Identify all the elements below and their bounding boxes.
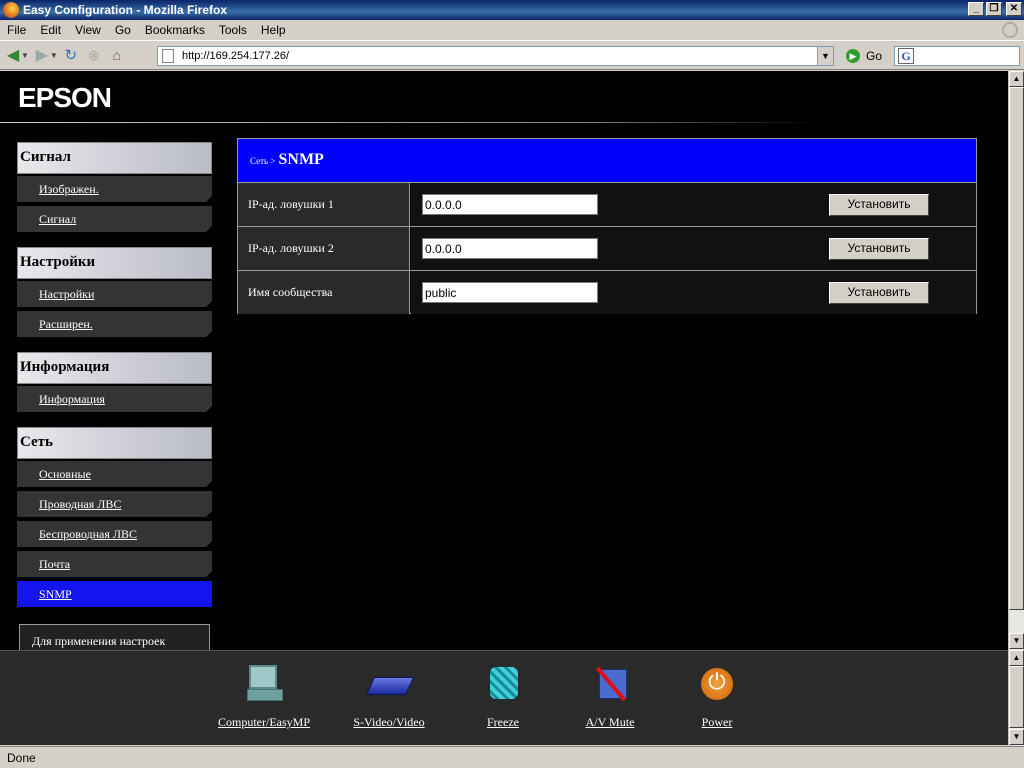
bottom-scroll-thumb[interactable] <box>1009 666 1024 728</box>
url-text: http://169.254.177.26/ <box>182 50 290 62</box>
power-label: Power <box>701 715 733 729</box>
sidebar-item-wired-lan[interactable]: Проводная ЛВС <box>17 491 212 517</box>
menu-bar: File Edit View Go Bookmarks Tools Help <box>0 20 1024 40</box>
epson-logo: EPSON <box>18 82 112 113</box>
page-title: SNMP <box>278 151 324 168</box>
page-content: EPSON Сигнал Изображен. Сигнал Настройки… <box>0 71 1008 650</box>
bottom-scrollbar[interactable]: ▲ ▼ <box>1008 650 1024 746</box>
sidebar-item-image[interactable]: Изображен. <box>17 176 212 202</box>
google-icon[interactable]: G <box>898 48 914 64</box>
reload-icon[interactable]: ↻ <box>61 45 81 65</box>
menu-help[interactable]: Help <box>261 23 286 37</box>
home-icon[interactable]: ⌂ <box>107 45 127 65</box>
scroll-down-arrow-icon[interactable]: ▼ <box>1009 633 1024 649</box>
trap-ip-2-input[interactable] <box>422 238 598 259</box>
back-dropdown-icon[interactable]: ▼ <box>21 51 29 60</box>
sidebar-item-signal[interactable]: Сигнал <box>17 206 212 232</box>
header-divider <box>0 122 820 123</box>
sidebar-group-settings: Настройки <box>17 247 212 279</box>
panel-header: Сеть > SNMP <box>238 139 976 182</box>
sidebar-item-information[interactable]: Информация <box>17 386 212 412</box>
menu-go[interactable]: Go <box>115 23 131 37</box>
computer-easymp-button[interactable]: Computer/EasyMP <box>212 665 316 730</box>
scroll-up-arrow-icon[interactable]: ▲ <box>1009 71 1024 87</box>
menu-tools[interactable]: Tools <box>219 23 247 37</box>
maximize-button[interactable]: ❐ <box>986 2 1002 16</box>
content-scroll-thumb[interactable] <box>1009 87 1024 610</box>
forward-arrow-icon[interactable]: ▶ <box>32 45 52 65</box>
trap-ip-2-set-button[interactable]: Установить <box>829 238 929 260</box>
stop-icon[interactable]: ⊗ <box>84 45 104 65</box>
freeze-label: Freeze <box>487 715 519 729</box>
power-button[interactable]: Power <box>694 665 740 730</box>
sidebar-group-information: Информация <box>17 352 212 384</box>
computer-easymp-label: Computer/EasyMP <box>218 715 310 729</box>
community-name-input[interactable] <box>422 282 598 303</box>
menu-bookmarks[interactable]: Bookmarks <box>145 23 205 37</box>
trap-ip-1-row: IP-ад. ловушки 1 Установить <box>238 182 976 226</box>
menu-edit[interactable]: Edit <box>40 23 61 37</box>
url-field[interactable]: http://169.254.177.26/ ▼ <box>157 46 834 66</box>
go-button[interactable]: ▶ Go <box>846 49 882 63</box>
av-mute-button[interactable]: A/V Mute <box>579 665 641 730</box>
community-name-set-button[interactable]: Установить <box>829 282 929 304</box>
breadcrumb: Сеть > <box>250 156 276 166</box>
sidebar-item-basic[interactable]: Основные <box>17 461 212 487</box>
back-arrow-icon[interactable]: ◀ <box>3 45 23 65</box>
community-name-cell: Установить <box>411 271 976 314</box>
sidebar-group-network: Сеть <box>17 427 212 459</box>
url-dropdown-icon[interactable]: ▼ <box>817 47 833 65</box>
search-input[interactable]: G <box>894 46 1020 66</box>
freeze-icon <box>484 665 522 703</box>
throbber-icon <box>1002 22 1018 38</box>
trap-ip-1-cell: Установить <box>411 183 976 226</box>
go-label: Go <box>866 49 883 63</box>
bottom-scroll-up-arrow-icon[interactable]: ▲ <box>1009 650 1024 666</box>
trap-ip-2-label: IP-ад. ловушки 2 <box>238 227 410 270</box>
minimize-button[interactable]: _ <box>968 2 984 16</box>
computer-icon <box>245 665 283 703</box>
svideo-icon <box>370 665 408 703</box>
firefox-icon <box>3 2 19 18</box>
go-icon: ▶ <box>846 49 860 63</box>
apply-notice: Для применения настроек <box>19 624 210 650</box>
window-titlebar: Easy Configuration - Mozilla Firefox _ ❐… <box>0 0 1024 20</box>
trap-ip-1-input[interactable] <box>422 194 598 215</box>
content-scrollbar[interactable]: ▲ ▼ <box>1008 71 1024 650</box>
power-icon <box>698 665 736 703</box>
page-icon <box>162 49 174 63</box>
sidebar-item-wireless-lan[interactable]: Беспроводная ЛВС <box>17 521 212 547</box>
snmp-panel: Сеть > SNMP IP-ад. ловушки 1 Установить … <box>237 138 977 314</box>
menu-file[interactable]: File <box>7 23 26 37</box>
close-button[interactable]: ✕ <box>1006 2 1022 16</box>
av-mute-label: A/V Mute <box>585 715 635 729</box>
trap-ip-1-set-button[interactable]: Установить <box>829 194 929 216</box>
svideo-video-label: S-Video/Video <box>353 715 425 729</box>
sidebar-group-signal: Сигнал <box>17 142 212 174</box>
menu-view[interactable]: View <box>75 23 101 37</box>
trap-ip-2-cell: Установить <box>411 227 976 270</box>
bottom-scroll-down-arrow-icon[interactable]: ▼ <box>1009 729 1024 745</box>
projector-control-bar: Computer/EasyMP S-Video/Video Freeze A/V… <box>0 650 1008 745</box>
navigation-toolbar: ◀ ▼ ▶ ▼ ↻ ⊗ ⌂ http://169.254.177.26/ ▼ ▶… <box>0 40 1024 70</box>
window-controls: _ ❐ ✕ <box>968 2 1022 16</box>
forward-dropdown-icon[interactable]: ▼ <box>50 51 58 60</box>
svideo-video-button[interactable]: S-Video/Video <box>346 665 432 730</box>
trap-ip-2-row: IP-ад. ловушки 2 Установить <box>238 226 976 270</box>
window-title: Easy Configuration - Mozilla Firefox <box>23 3 228 17</box>
sidebar-item-settings[interactable]: Настройки <box>17 281 212 307</box>
sidebar-item-mail[interactable]: Почта <box>17 551 212 577</box>
sidebar-item-advanced[interactable]: Расширен. <box>17 311 212 337</box>
status-bar: Done <box>0 746 1024 768</box>
community-name-label: Имя сообщества <box>238 271 410 314</box>
trap-ip-1-label: IP-ад. ловушки 1 <box>238 183 410 226</box>
av-mute-icon <box>591 665 629 703</box>
freeze-button[interactable]: Freeze <box>478 665 528 730</box>
sidebar-item-snmp[interactable]: SNMP <box>17 581 212 607</box>
community-name-row: Имя сообщества Установить <box>238 270 976 314</box>
